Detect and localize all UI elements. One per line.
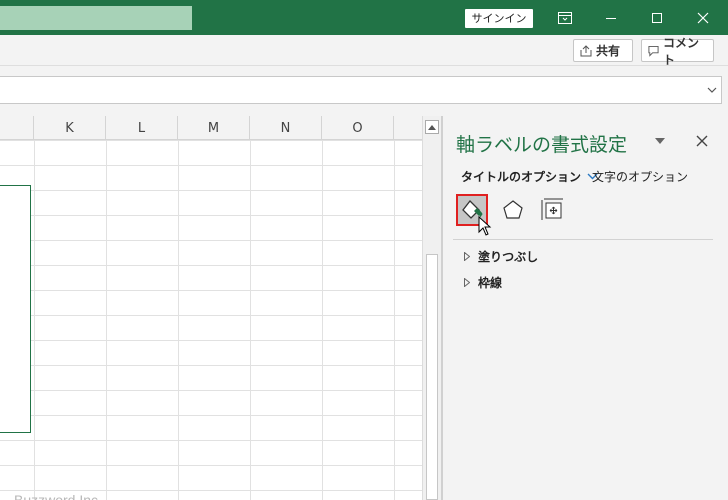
share-label: 共有 xyxy=(596,44,621,58)
size-properties-tab-button[interactable] xyxy=(537,194,569,226)
section-fill-label: 塗りつぶし xyxy=(478,250,539,264)
worksheet-grid[interactable]: K L M N O Buzzword Inc. xyxy=(0,116,422,500)
scrollbar-thumb[interactable] xyxy=(426,254,438,500)
pane-close-button[interactable] xyxy=(693,132,711,150)
pane-options-button[interactable] xyxy=(653,134,667,148)
pentagon-effects-icon xyxy=(503,200,523,219)
tab-title-options-label: タイトルのオプション xyxy=(461,170,582,184)
share-button[interactable]: 共有 xyxy=(573,39,633,62)
caret-right-icon xyxy=(464,252,470,261)
section-fill[interactable]: 塗りつぶし xyxy=(464,248,538,265)
size-properties-icon xyxy=(541,198,563,220)
section-border-label: 枠線 xyxy=(478,276,503,290)
tab-text-options[interactable]: 文字のオプション xyxy=(592,168,688,185)
maximize-icon xyxy=(652,12,662,23)
column-header-partial[interactable] xyxy=(0,116,34,140)
sign-in-button[interactable]: サインイン xyxy=(465,9,533,28)
minimize-button[interactable] xyxy=(588,0,634,35)
column-header-row: K L M N O xyxy=(0,116,422,140)
vertical-scrollbar[interactable] xyxy=(422,116,441,500)
caret-up-icon xyxy=(428,125,436,130)
format-pane: 軸ラベルの書式設定 タイトルのオプション 文字のオプション 塗りつぶし 枠線 xyxy=(443,116,728,500)
formula-bar-input[interactable] xyxy=(0,76,722,104)
close-icon xyxy=(697,12,709,23)
ribbon-strip: 共有 コメント xyxy=(0,35,728,67)
cell-area[interactable]: Buzzword Inc. xyxy=(0,140,422,500)
caret-down-icon xyxy=(655,138,665,144)
close-icon xyxy=(696,135,708,147)
column-header-l[interactable]: L xyxy=(106,116,178,140)
chart-object[interactable] xyxy=(0,185,31,433)
column-header-m[interactable]: M xyxy=(178,116,250,140)
search-box[interactable] xyxy=(0,6,192,30)
column-header-partial-right[interactable] xyxy=(394,116,422,140)
tab-title-options[interactable]: タイトルのオプション xyxy=(461,168,598,185)
column-header-n[interactable]: N xyxy=(250,116,322,140)
comment-icon xyxy=(648,45,659,57)
pane-separator xyxy=(453,239,713,240)
column-header-o[interactable]: O xyxy=(322,116,394,140)
ribbon-display-icon xyxy=(558,11,572,24)
pane-title: 軸ラベルの書式設定 xyxy=(456,134,628,156)
scroll-up-button[interactable] xyxy=(425,120,439,134)
caret-right-icon xyxy=(464,278,470,287)
close-window-button[interactable] xyxy=(680,0,726,35)
minimize-icon xyxy=(606,17,616,19)
formula-area xyxy=(0,66,728,116)
maximize-button[interactable] xyxy=(634,0,680,35)
title-bar: サインイン xyxy=(0,0,728,35)
ribbon-display-options-button[interactable] xyxy=(542,0,588,35)
effects-tab-button[interactable] xyxy=(497,194,529,226)
section-border[interactable]: 枠線 xyxy=(464,274,502,291)
mouse-pointer-icon xyxy=(478,216,492,236)
share-icon xyxy=(580,44,592,56)
column-header-k[interactable]: K xyxy=(34,116,106,140)
chevron-down-icon[interactable] xyxy=(705,83,719,97)
comment-button[interactable]: コメント xyxy=(641,36,714,67)
comment-label: コメント xyxy=(663,35,700,67)
watermark: Buzzword Inc. xyxy=(14,492,102,500)
